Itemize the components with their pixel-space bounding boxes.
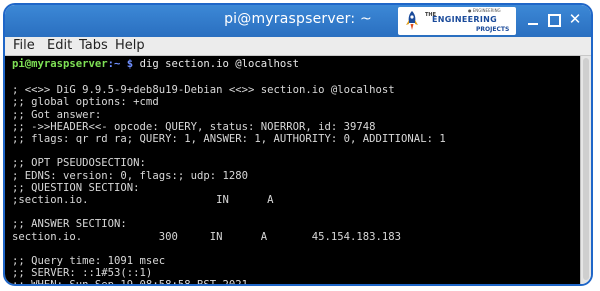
minimize-icon[interactable]	[525, 12, 541, 28]
screenshot-frame: pi@myraspserver: ~ ● ENGINEERING THE ENG…	[3, 3, 593, 286]
terminal-line: section.io. 300 IN A 45.154.183.183	[12, 230, 402, 243]
scrollbar-thumb[interactable]	[583, 58, 589, 280]
menu-bar: File Edit Tabs Help	[5, 37, 591, 56]
terminal-line: ;; OPT PSEUDOSECTION:	[12, 157, 146, 170]
terminal-line: ; EDNS: version: 0, flags:; udp: 1280	[12, 169, 248, 182]
logo-main-text: ENGINEERING	[432, 15, 498, 24]
engineering-projects-logo: ● ENGINEERING THE ENGINEERING PROJECTS	[398, 7, 516, 35]
logo-sub-text: PROJECTS	[476, 26, 510, 33]
terminal-line: ; <<>> DiG 9.9.5-9+deb8u19-Debian <<>> s…	[12, 84, 395, 97]
prompt-line: pi@myraspserver:~ $ dig section.io @loca…	[12, 58, 299, 70]
prompt-command: dig section.io @localhost	[133, 58, 300, 70]
terminal-line: ;; global options: +cmd	[12, 96, 159, 109]
prompt-user: pi@myraspserver	[12, 58, 108, 70]
logo-small-text: ● ENGINEERING	[468, 8, 501, 13]
window-titlebar[interactable]: pi@myraspserver: ~ ● ENGINEERING THE ENG…	[5, 5, 591, 37]
menu-edit[interactable]: Edit	[47, 38, 72, 53]
terminal-line: ;; QUESTION SECTION:	[12, 181, 140, 194]
terminal-scrollbar[interactable]	[580, 56, 591, 284]
terminal-output[interactable]: pi@myraspserver:~ $ dig section.io @loca…	[5, 56, 581, 284]
terminal-line: ;; flags: qr rd ra; QUERY: 1, ANSWER: 1,…	[12, 133, 446, 145]
terminal-line: ;; SERVER: ::1#53(::1)	[12, 267, 153, 280]
terminal-line: ;section.io. IN A	[12, 194, 274, 206]
terminal-line: ;; ->>HEADER<<- opcode: QUERY, status: N…	[12, 120, 376, 133]
menu-help[interactable]: Help	[115, 38, 145, 53]
rocket-logo-icon	[406, 11, 418, 30]
terminal-line: ;; ANSWER SECTION:	[12, 218, 127, 231]
prompt-path: :~ $	[107, 58, 134, 70]
terminal-line: ;; WHEN: Sun Sep 19 08:58:58 BST 2021	[12, 279, 248, 284]
terminal-line: ;; Got answer:	[12, 108, 102, 121]
close-icon[interactable]: ✕	[567, 12, 583, 28]
terminal-line: ;; Query time: 1091 msec	[12, 255, 166, 267]
maximize-icon[interactable]	[548, 14, 561, 27]
menu-file[interactable]: File	[13, 38, 35, 53]
menu-tabs[interactable]: Tabs	[79, 38, 108, 53]
